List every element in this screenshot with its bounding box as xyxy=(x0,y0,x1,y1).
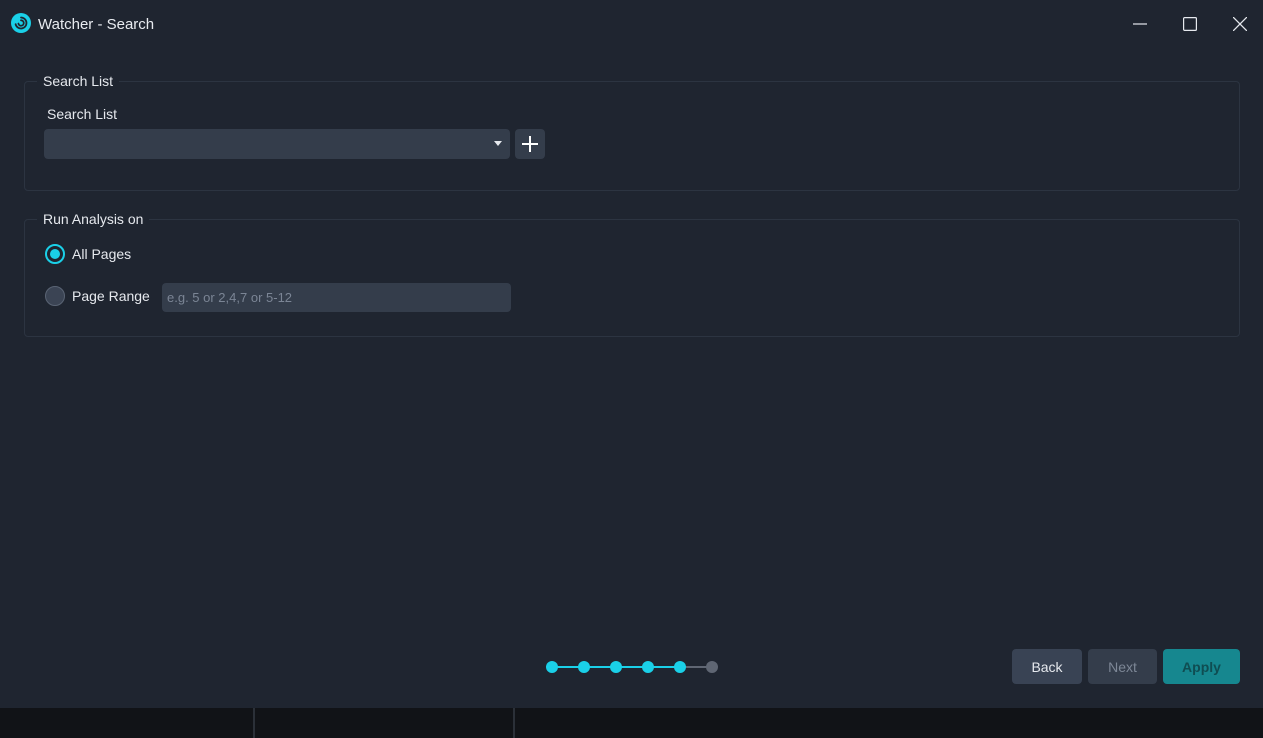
search-list-group-title: Search List xyxy=(37,72,120,90)
plus-icon xyxy=(522,136,538,152)
watcher-logo-icon xyxy=(11,13,31,33)
taskbar-divider xyxy=(253,708,255,738)
all-pages-option[interactable]: All Pages xyxy=(45,243,131,265)
search-list-label: Search List xyxy=(47,106,118,122)
page-range-option[interactable]: Page Range xyxy=(45,285,150,307)
minimize-button[interactable] xyxy=(1117,6,1163,42)
all-pages-radio[interactable] xyxy=(45,244,65,264)
add-search-list-button[interactable] xyxy=(515,129,545,159)
page-range-input[interactable] xyxy=(162,283,511,312)
wizard-progress-stepper xyxy=(546,660,718,674)
step-dot-completed xyxy=(546,661,558,673)
step-dot-completed xyxy=(610,661,622,673)
page-range-radio[interactable] xyxy=(45,286,65,306)
close-button[interactable] xyxy=(1217,6,1263,42)
step-dot-completed xyxy=(674,661,686,673)
search-list-dropdown[interactable] xyxy=(44,129,510,159)
page-range-label: Page Range xyxy=(72,288,150,304)
all-pages-label: All Pages xyxy=(72,246,132,262)
watcher-search-window: Watcher - Search Search List Search List xyxy=(0,0,1263,708)
run-analysis-group-title: Run Analysis on xyxy=(37,210,150,228)
apply-button[interactable]: Apply xyxy=(1163,649,1240,684)
taskbar xyxy=(0,708,1263,738)
back-button[interactable]: Back xyxy=(1012,649,1082,684)
taskbar-divider xyxy=(513,708,515,738)
step-dot-completed xyxy=(578,661,590,673)
minimize-icon xyxy=(1133,23,1147,25)
step-dot-completed xyxy=(642,661,654,673)
dropdown-arrow-icon xyxy=(494,141,502,146)
window-title: Watcher - Search xyxy=(38,16,155,33)
step-dot-pending xyxy=(706,661,718,673)
next-button[interactable]: Next xyxy=(1088,649,1157,684)
maximize-icon xyxy=(1183,17,1197,31)
search-list-group: Search List Search List xyxy=(24,72,1240,191)
close-icon xyxy=(1233,17,1247,31)
title-bar: Watcher - Search xyxy=(0,0,1263,50)
run-analysis-group: Run Analysis on All Pages Page Range xyxy=(24,210,1240,337)
maximize-button[interactable] xyxy=(1167,6,1213,42)
